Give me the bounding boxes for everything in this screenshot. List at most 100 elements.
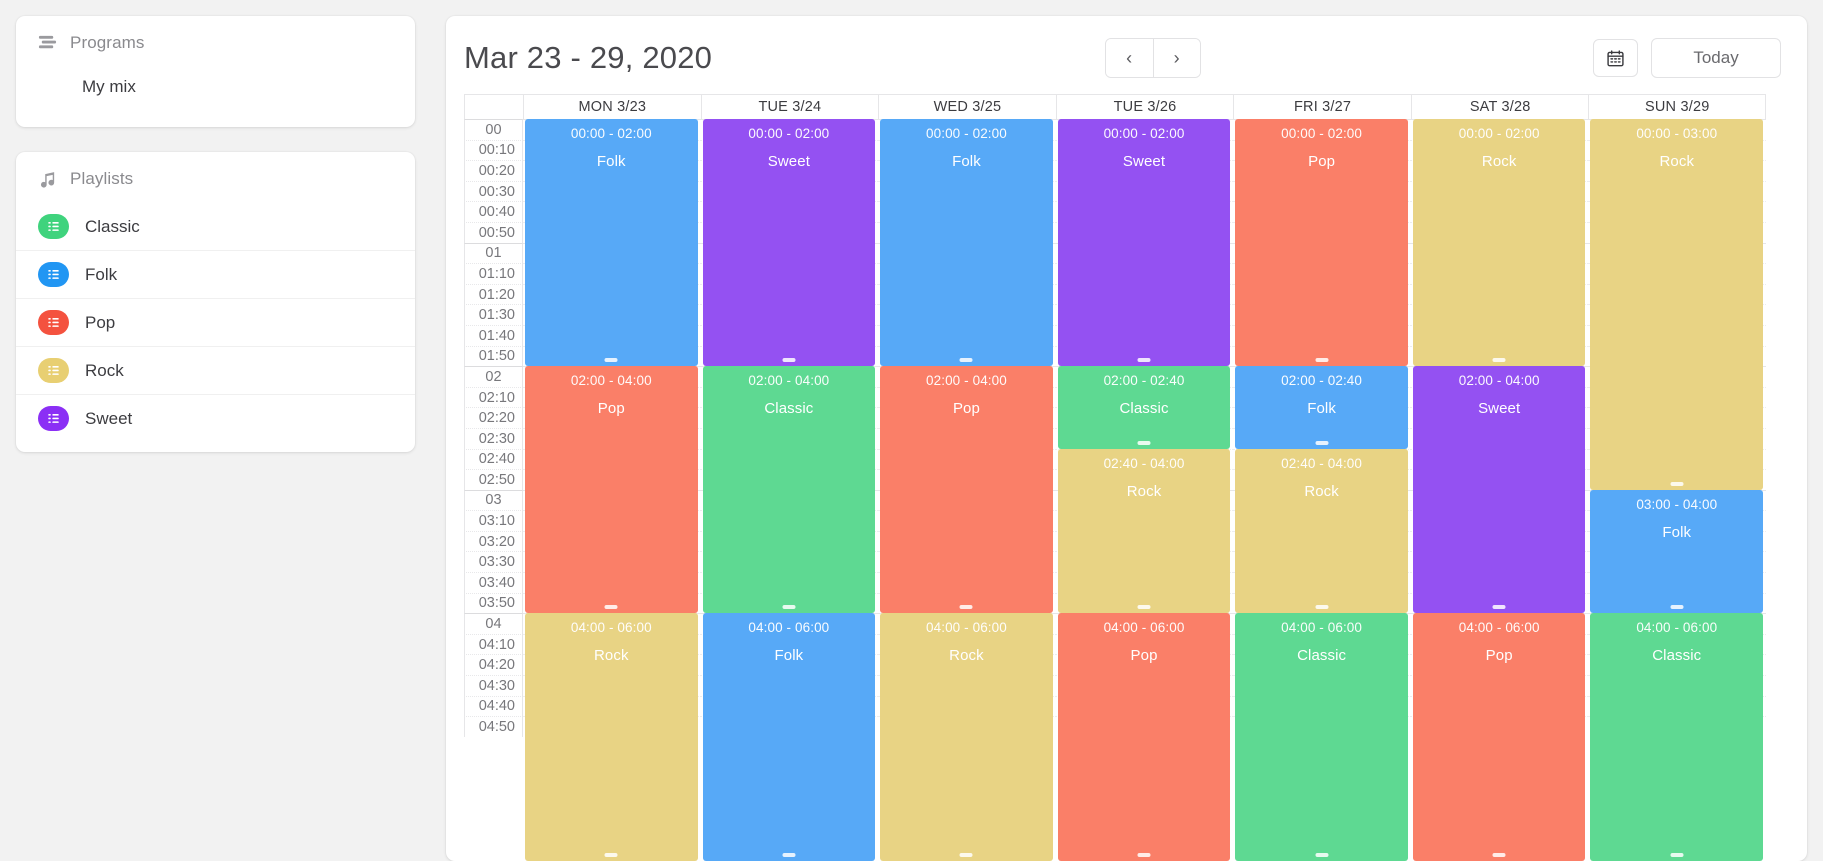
calendar-grid: 00 00:10 00:20 00:30 00:40 00:50 01 01:10 01:20 0…: [464, 94, 1767, 861]
calendar-event[interactable]: 04:00 - 06:00 Classic: [1590, 613, 1764, 861]
calendar-event[interactable]: 04:00 - 06:00 Folk: [702, 613, 876, 861]
page-title: Mar 23 - 29, 2020: [464, 40, 713, 75]
event-resize-handle[interactable]: [1137, 852, 1151, 857]
next-week-button[interactable]: ›: [1152, 39, 1200, 77]
calendar-event[interactable]: 00:00 - 03:00 Rock: [1590, 119, 1764, 490]
today-button[interactable]: Today: [1651, 38, 1782, 78]
time-label: 02:10: [464, 386, 523, 408]
event-resize-handle[interactable]: [1670, 481, 1684, 486]
event-resize-handle[interactable]: [959, 852, 973, 857]
time-label: 03:20: [464, 530, 523, 552]
time-label: 04: [464, 613, 523, 634]
playlist-item[interactable]: Rock: [16, 346, 415, 394]
prev-week-button[interactable]: ‹: [1105, 39, 1153, 77]
event-resize-handle[interactable]: [959, 358, 973, 363]
event-resize-handle[interactable]: [1315, 605, 1329, 610]
day-track: 00:00 - 03:00 Rock 03:00 - 04:00 Folk 04:00 …: [1588, 119, 1767, 861]
event-name: Rock: [1481, 153, 1517, 170]
calendar-event[interactable]: 02:00 - 02:40 Classic: [1057, 366, 1231, 449]
playlist-item-label: Sweet: [85, 408, 133, 428]
event-time: 02:00 - 04:00: [748, 373, 830, 389]
calendar-event[interactable]: 00:00 - 02:00 Sweet: [702, 119, 876, 367]
calendar-picker-button[interactable]: [1593, 39, 1639, 77]
event-name: Folk: [1307, 400, 1336, 418]
event-resize-handle[interactable]: [782, 605, 796, 610]
calendar-event[interactable]: 04:00 - 06:00 Pop: [1412, 613, 1586, 861]
playlist-item-label: Classic: [85, 216, 140, 236]
day-column: TUE 3/24 00:00 - 02:00 Sweet 02:00 - 04:00 C…: [700, 94, 879, 861]
calendar-event[interactable]: 04:00 - 06:00 Classic: [1235, 613, 1408, 861]
time-label: 03:50: [464, 592, 523, 614]
playlist-list-icon: [38, 406, 69, 431]
programs-card: Programs 34 My mix: [16, 16, 415, 127]
week-nav-group: ‹ ›: [1104, 38, 1201, 78]
calendar-event[interactable]: 00:00 - 02:00 Folk: [880, 119, 1053, 367]
day-column: WED 3/25 00:00 - 02:00 Folk 02:00 - 04:00 Po…: [878, 94, 1056, 861]
time-label: 04:20: [464, 654, 523, 676]
event-resize-handle[interactable]: [1137, 358, 1151, 363]
event-name: Rock: [1126, 482, 1162, 500]
calendar-event[interactable]: 04:00 - 06:00 Rock: [880, 613, 1053, 861]
playlist-item[interactable]: Classic: [16, 203, 415, 250]
event-resize-handle[interactable]: [1670, 605, 1684, 610]
event-resize-handle[interactable]: [604, 852, 618, 857]
event-resize-handle[interactable]: [1137, 440, 1151, 445]
playlist-item-label: Rock: [85, 360, 124, 380]
event-resize-handle[interactable]: [782, 358, 796, 363]
playlist-list-icon: [38, 310, 69, 335]
event-resize-handle[interactable]: [1137, 605, 1151, 610]
program-item-label: My mix: [82, 77, 136, 96]
event-resize-handle[interactable]: [1492, 358, 1506, 363]
event-time: 04:00 - 06:00: [570, 620, 652, 636]
calendar-event[interactable]: 02:00 - 04:00 Sweet: [1412, 366, 1586, 614]
calendar-event[interactable]: 04:00 - 06:00 Pop: [1057, 613, 1231, 861]
time-label: 00: [464, 119, 523, 140]
calendar-event[interactable]: 03:00 - 04:00 Folk: [1590, 489, 1764, 614]
time-label: 04:10: [464, 633, 523, 655]
playlists-list: Classic Folk Pop Rock Sweet: [16, 203, 415, 452]
playlist-item-label: Pop: [85, 312, 116, 332]
event-resize-handle[interactable]: [959, 605, 973, 610]
day-track: 00:00 - 02:00 Rock 02:00 - 04:00 Sweet 04:00…: [1410, 119, 1589, 861]
event-name: Pop: [597, 400, 625, 418]
programs-list: 34 My mix: [16, 67, 415, 127]
event-time: 02:00 - 04:00: [926, 373, 1007, 389]
event-resize-handle[interactable]: [1492, 852, 1506, 857]
event-resize-handle[interactable]: [1492, 605, 1506, 610]
calendar-scroll-area[interactable]: 00 00:10 00:20 00:30 00:40 00:50 01 01:10 01:20 0…: [446, 94, 1807, 861]
playlist-item[interactable]: Folk: [16, 250, 415, 298]
gutter-corner: [464, 94, 523, 119]
calendar-event[interactable]: 00:00 - 02:00 Pop: [1235, 119, 1408, 367]
time-label: 01:30: [464, 304, 523, 325]
calendar-event[interactable]: 00:00 - 02:00 Sweet: [1057, 119, 1231, 367]
calendar-event[interactable]: 02:40 - 04:00 Rock: [1057, 448, 1231, 614]
playlist-item[interactable]: Pop: [16, 298, 415, 346]
calendar-event[interactable]: 02:00 - 02:40 Folk: [1235, 366, 1408, 449]
calendar-event[interactable]: 00:00 - 02:00 Folk: [525, 119, 698, 367]
playlist-item[interactable]: Sweet: [16, 394, 415, 442]
event-time: 02:00 - 04:00: [1458, 373, 1540, 389]
event-resize-handle[interactable]: [604, 605, 618, 610]
calendar-event[interactable]: 02:40 - 04:00 Rock: [1235, 448, 1408, 614]
event-name: Classic: [1119, 400, 1169, 418]
event-resize-handle[interactable]: [1315, 358, 1329, 363]
calendar-event[interactable]: 04:00 - 06:00 Rock: [525, 613, 698, 861]
program-item-my-mix[interactable]: 34 My mix: [16, 67, 415, 117]
day-column: TUE 3/26 00:00 - 02:00 Sweet 02:00 - 02:40 C…: [1055, 94, 1234, 861]
time-label: 00:50: [464, 221, 523, 243]
playlist-list-icon: [38, 358, 69, 383]
event-resize-handle[interactable]: [1315, 440, 1329, 445]
calendar-toolbar: Mar 23 - 29, 2020 ‹ › Today: [446, 16, 1807, 94]
time-label: 00:30: [464, 180, 523, 202]
event-resize-handle[interactable]: [1670, 852, 1684, 857]
calendar-event[interactable]: 00:00 - 02:00 Rock: [1412, 119, 1586, 367]
time-label: 01:40: [464, 324, 523, 346]
event-resize-handle[interactable]: [1315, 852, 1329, 857]
calendar-event[interactable]: 02:00 - 04:00 Pop: [880, 366, 1053, 614]
time-label: 00:10: [464, 139, 523, 161]
event-resize-handle[interactable]: [604, 358, 618, 363]
time-label: 02: [464, 366, 523, 387]
event-resize-handle[interactable]: [782, 852, 796, 857]
calendar-event[interactable]: 02:00 - 04:00 Classic: [702, 366, 876, 614]
calendar-event[interactable]: 02:00 - 04:00 Pop: [525, 366, 698, 614]
